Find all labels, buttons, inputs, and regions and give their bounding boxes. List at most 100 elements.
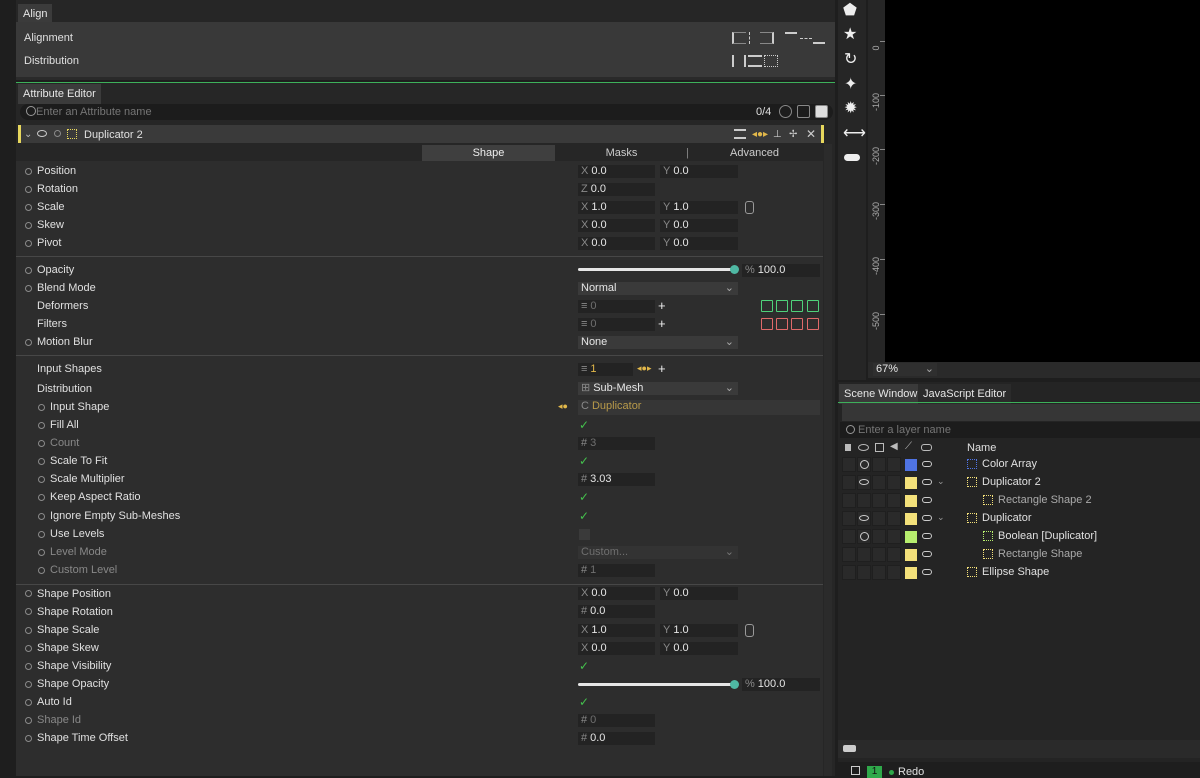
scale-x-field[interactable]: X 1.0 bbox=[578, 201, 655, 214]
filter-image-icon[interactable] bbox=[776, 318, 788, 330]
layer-toggle-cell[interactable] bbox=[872, 493, 886, 508]
layer-toggle-cell[interactable] bbox=[842, 511, 856, 526]
attr-search-input[interactable] bbox=[36, 104, 746, 120]
anim-dot-icon[interactable] bbox=[25, 186, 32, 193]
ignore-empty-submeshes-checkbox[interactable]: ✓ bbox=[579, 510, 589, 522]
align-bottom-icon[interactable] bbox=[813, 32, 825, 44]
shape-rotation-field[interactable]: #0.0 bbox=[578, 605, 655, 618]
layer-toggle-cell[interactable] bbox=[872, 475, 886, 490]
layer-check-icon[interactable] bbox=[860, 532, 869, 541]
anim-dot-icon[interactable] bbox=[25, 699, 32, 706]
layer-tag-icon[interactable] bbox=[922, 515, 932, 521]
scale-multiplier-field[interactable]: #3.03 bbox=[578, 473, 655, 486]
pin-icon[interactable]: ⊥ bbox=[773, 129, 782, 140]
star-tool-icon[interactable]: ★ bbox=[843, 24, 857, 44]
add-input-shape-icon[interactable]: + bbox=[658, 361, 666, 376]
layer-toggle-cell[interactable] bbox=[887, 565, 901, 580]
layer-eye-icon[interactable] bbox=[859, 515, 869, 521]
anim-dot-icon[interactable] bbox=[25, 608, 32, 615]
filter-color-icon[interactable] bbox=[761, 318, 773, 330]
layer-color-swatch[interactable] bbox=[905, 567, 917, 579]
position-y-field[interactable]: Y 0.0 bbox=[660, 165, 738, 178]
layer-color-swatch[interactable] bbox=[905, 459, 917, 471]
blend-mode-select[interactable]: Normal ⌄ bbox=[578, 282, 738, 295]
layer-toggle-cell[interactable] bbox=[857, 547, 871, 562]
deformer-bend-icon[interactable] bbox=[791, 300, 803, 312]
anim-dot-icon[interactable] bbox=[38, 531, 45, 538]
anim-dot-icon[interactable] bbox=[38, 440, 45, 447]
pivot-x-field[interactable]: X 0.0 bbox=[578, 237, 655, 250]
input-shape-field[interactable]: C Duplicator bbox=[578, 400, 820, 415]
filters-count-field[interactable]: ≡ 0 bbox=[578, 318, 655, 331]
count-field[interactable]: #3 bbox=[578, 437, 655, 450]
rotation-z-field[interactable]: Z 0.0 bbox=[578, 183, 655, 196]
link-shape-scale-icon[interactable] bbox=[745, 624, 754, 637]
layer-tag-icon[interactable] bbox=[922, 551, 932, 557]
deformers-count-field[interactable]: ≡ 0 bbox=[578, 300, 655, 313]
skew-x-field[interactable]: X 0.0 bbox=[578, 219, 655, 232]
layer-color-swatch[interactable] bbox=[905, 477, 917, 489]
shape-skew-x-field[interactable]: X 0.0 bbox=[578, 642, 655, 655]
layer-toggle-cell[interactable] bbox=[857, 493, 871, 508]
shape-scale-x-field[interactable]: X 1.0 bbox=[578, 624, 655, 637]
anim-dot-icon[interactable] bbox=[25, 240, 32, 247]
layer-expand-chevron-icon[interactable]: ⌄ bbox=[937, 512, 945, 523]
tab-masks[interactable]: Masks bbox=[555, 145, 688, 161]
tab-scene-window[interactable]: Scene Window bbox=[839, 384, 923, 404]
resize-tool-icon[interactable]: ⟷ bbox=[843, 123, 866, 143]
distribute-v-icon[interactable] bbox=[748, 55, 762, 67]
close-icon[interactable]: ✕ bbox=[806, 127, 816, 141]
anim-dot-icon[interactable] bbox=[38, 422, 45, 429]
sparkle-tool-icon[interactable]: ✦ bbox=[844, 74, 857, 94]
shape-opacity-percent-field[interactable]: % 100.0 bbox=[742, 678, 820, 691]
distribution-select[interactable]: ⊞ Sub-Mesh ⌄ bbox=[578, 382, 738, 395]
align-right-icon[interactable] bbox=[760, 32, 774, 44]
layer-toggle-cell[interactable] bbox=[842, 457, 856, 472]
auto-id-checkbox[interactable]: ✓ bbox=[579, 696, 589, 708]
layer-toggle-cell[interactable] bbox=[887, 457, 901, 472]
layer-expand-chevron-icon[interactable]: ⌄ bbox=[937, 476, 945, 487]
layer-check-icon[interactable] bbox=[860, 460, 869, 469]
distribute-spacing-icon[interactable] bbox=[764, 55, 778, 67]
collapse-chevron-icon[interactable]: ⌄ bbox=[24, 129, 32, 140]
layer-toggle-cell[interactable] bbox=[842, 493, 856, 508]
layer-tag-icon[interactable] bbox=[922, 533, 932, 539]
anim-dot-icon[interactable] bbox=[25, 267, 32, 274]
anim-dot-icon[interactable] bbox=[25, 735, 32, 742]
shape-visibility-checkbox[interactable]: ✓ bbox=[579, 660, 589, 672]
layer-toggle-cell[interactable] bbox=[887, 529, 901, 544]
tab-javascript-editor[interactable]: JavaScript Editor bbox=[918, 384, 1012, 404]
anim-dot-icon[interactable] bbox=[25, 204, 32, 211]
anim-dot-icon[interactable] bbox=[25, 168, 32, 175]
layer-toggle-cell[interactable] bbox=[872, 529, 886, 544]
search-options-icon[interactable] bbox=[779, 105, 792, 118]
shape-scale-y-field[interactable]: Y 1.0 bbox=[660, 624, 738, 637]
opacity-slider-handle[interactable] bbox=[730, 265, 739, 274]
layer-toggle-cell[interactable] bbox=[872, 547, 886, 562]
layer-toggle-cell[interactable] bbox=[887, 511, 901, 526]
pivot-y-field[interactable]: Y 0.0 bbox=[660, 237, 738, 250]
layer-toggle-cell[interactable] bbox=[857, 565, 871, 580]
anim-dot-icon[interactable] bbox=[25, 645, 32, 652]
anim-dot-icon[interactable] bbox=[38, 404, 45, 411]
level-mode-select[interactable]: Custom... ⌄ bbox=[578, 546, 738, 559]
custom-level-field[interactable]: #1 bbox=[578, 564, 655, 577]
layer-tag-icon[interactable] bbox=[922, 479, 932, 485]
anim-dot-icon[interactable] bbox=[25, 663, 32, 670]
shape-id-field[interactable]: #0 bbox=[578, 714, 655, 727]
header-tools-icon[interactable] bbox=[734, 129, 746, 139]
shape-position-x-field[interactable]: X 0.0 bbox=[578, 587, 655, 600]
scale-to-fit-checkbox[interactable]: ✓ bbox=[579, 455, 589, 467]
anim-dot-icon[interactable] bbox=[38, 567, 45, 574]
layer-toggle-cell[interactable] bbox=[887, 547, 901, 562]
capsule-tool-icon[interactable] bbox=[844, 154, 860, 161]
viewport-canvas[interactable] bbox=[885, 0, 1200, 362]
anim-dot-icon[interactable] bbox=[25, 681, 32, 688]
lock-dot-icon[interactable] bbox=[54, 130, 61, 137]
layer-color-swatch[interactable] bbox=[905, 513, 917, 525]
attr-scrollbar[interactable] bbox=[824, 144, 832, 776]
layer-toggle-cell[interactable] bbox=[887, 493, 901, 508]
layer-search-input[interactable] bbox=[858, 422, 1188, 438]
add-modifier-icon[interactable]: ✢ bbox=[789, 129, 797, 140]
gear-tool-icon[interactable]: ✹ bbox=[844, 98, 857, 118]
